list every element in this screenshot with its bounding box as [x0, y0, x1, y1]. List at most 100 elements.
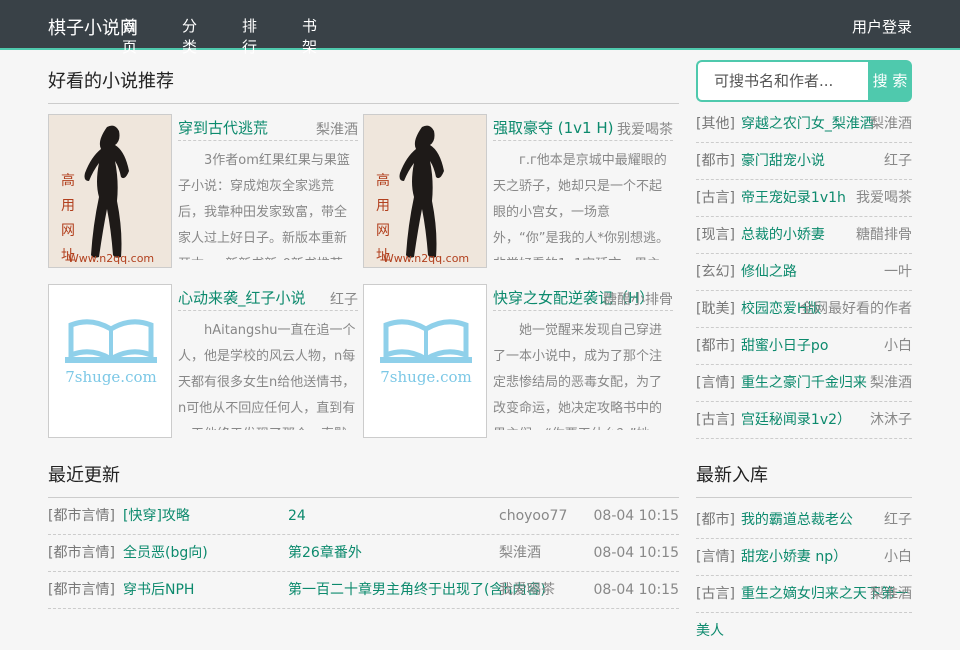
update-category: [都市言情]: [48, 545, 115, 561]
new-book-link[interactable]: 我的霸道总裁老公: [741, 512, 853, 528]
list-item: [都市] 豪门甜宠小说 红子: [696, 143, 912, 180]
svg-text:用: 用: [61, 198, 75, 214]
list-item: [古言] 重生之嫡女归来之天下第一美人 梨淮酒: [696, 576, 912, 639]
new-book-link[interactable]: 甜宠小娇妻 np）: [741, 549, 847, 565]
update-author: 我爱喝茶: [499, 582, 555, 598]
hot-book-link[interactable]: 宫廷秘闻录1v2）: [741, 412, 851, 428]
book-author[interactable]: 梨淮酒: [316, 119, 358, 139]
nav-item-home[interactable]: 首 页: [122, 15, 146, 57]
sidebar-new-books: 最新入库 [都市] 我的霸道总裁老公 红子 [言情] 甜宠小娇妻 np） 小白 [古言]…: [696, 454, 912, 639]
login-link[interactable]: 用户登录: [852, 16, 912, 37]
update-category: [都市言情]: [48, 582, 115, 598]
hot-category: [古言]: [696, 412, 735, 428]
book-title-link[interactable]: 强取豪夺 (1v1 H): [493, 119, 613, 137]
svg-text:7shuge.com: 7shuge.com: [380, 368, 471, 386]
update-book-link[interactable]: 穿书后NPH: [123, 572, 194, 609]
book-description: 她一觉醒来发现自己穿进了一本小说中，成为了那个注定悲惨结局的恶毒女配，为了改变命…: [493, 323, 663, 430]
new-books-section-title: 最新入库: [696, 454, 912, 498]
hot-category: [其他]: [696, 116, 735, 132]
nav-item-bookshelf[interactable]: 书架: [302, 15, 326, 57]
hot-author: 小白: [884, 338, 912, 354]
book-card: 7shuge.com 心动来袭_红子小说 红子 hAitangshu一直在追一个…: [48, 284, 358, 438]
hot-author: 全网最好看的作者: [800, 301, 912, 317]
update-time: 08-04 10:15: [593, 508, 679, 524]
book-cover[interactable]: 高 用 网 址 Www.n2qq.com: [363, 114, 487, 268]
nav-item-ranking[interactable]: 排行: [242, 15, 266, 57]
svg-text:用: 用: [376, 198, 390, 214]
book-cover[interactable]: 7shuge.com: [48, 284, 172, 438]
book-description: 3作者om红果红果与果篮子小说：穿成炮灰全家逃荒后，我靠种田发家致富，带全家人过…: [178, 153, 356, 260]
book-cover[interactable]: 高 用 网 址 Www.n2qq.com: [48, 114, 172, 268]
hot-category: [言情]: [696, 375, 735, 391]
latest-section-title: 最近更新: [48, 454, 679, 498]
search-button[interactable]: 搜 索: [868, 60, 912, 102]
book-author[interactable]: 红子: [330, 289, 358, 309]
table-row: [都市言情] 穿书后NPH 第一百二十章男主角终于出现了(含h内容) 我爱喝茶 …: [48, 572, 679, 609]
book-card: 高 用 网 址 Www.n2qq.com 穿到古代逃荒 梨淮酒 3作者om红果红…: [48, 114, 358, 268]
featured-books: 高 用 网 址 Www.n2qq.com 穿到古代逃荒 梨淮酒 3作者om红果红…: [48, 114, 679, 454]
hot-author: 红子: [884, 153, 912, 169]
hot-author: 梨淮酒: [870, 116, 912, 132]
hot-book-link[interactable]: 甜蜜小日子po: [741, 338, 828, 354]
update-chapter-link[interactable]: 24: [288, 498, 306, 535]
search-input[interactable]: 可搜书名和作者...: [696, 60, 868, 102]
list-item: [古言] 帝王宠妃录1v1h 我爱喝茶: [696, 180, 912, 217]
book-title-row: 穿到古代逃荒 梨淮酒: [178, 117, 358, 141]
list-item: [其他] 穿越之农门女_梨淮酒 梨淮酒: [696, 106, 912, 143]
update-time: 08-04 10:15: [593, 545, 679, 561]
hot-book-link[interactable]: 穿越之农门女_梨淮酒: [741, 116, 874, 132]
search-box: 可搜书名和作者... 搜 索: [696, 60, 912, 102]
list-item: [言情] 甜宠小娇妻 np） 小白: [696, 539, 912, 576]
main-nav: 首 页 分 类 排行 书架: [122, 15, 362, 57]
new-category: [都市]: [696, 512, 735, 528]
book-title-link[interactable]: 心动来袭_红子小说: [178, 289, 306, 307]
hot-category: [耽美]: [696, 301, 735, 317]
update-category: [都市言情]: [48, 508, 115, 524]
book-description: г.г他本是京城中最耀眼的天之骄子，她却只是一个不起眼的小宫女，一场意外，“你”…: [493, 153, 669, 260]
svg-text:网: 网: [61, 223, 75, 239]
list-item: [玄幻] 修仙之路 一叶: [696, 254, 912, 291]
list-item: [都市] 我的霸道总裁老公 红子: [696, 502, 912, 539]
book-title-link[interactable]: 穿到古代逃荒: [178, 119, 268, 137]
book-title-row: 心动来袭_红子小说 红子: [178, 287, 358, 311]
table-row: [都市言情] 全员恶(bg向) 第26章番外 梨淮酒 08-04 10:15: [48, 535, 679, 572]
svg-text:Www.n2qq.com: Www.n2qq.com: [383, 252, 469, 265]
hot-book-link[interactable]: 豪门甜宠小说: [741, 153, 825, 169]
update-chapter-link[interactable]: 第26章番外: [288, 535, 362, 572]
book-cover[interactable]: 7shuge.com: [363, 284, 487, 438]
book-description: hAitangshu一直在追一个人，他是学校的风云人物，n每天都有很多女生n给他…: [178, 323, 356, 430]
hot-author: 糖醋排骨: [856, 227, 912, 243]
hot-author: 我爱喝茶: [856, 190, 912, 206]
featured-section-title: 好看的小说推荐: [48, 60, 679, 104]
main-content: 好看的小说推荐 高 用 网 址 Www.n2qq.com 穿到古代逃荒 梨淮酒 …: [48, 60, 679, 609]
list-item: [现言] 总裁的小娇妻 糖醋排骨: [696, 217, 912, 254]
top-nav-bar: 棋子小说网 首 页 分 类 排行 书架 用户登录: [0, 0, 960, 56]
hot-book-link[interactable]: 帝王宠妃录1v1h: [741, 190, 846, 206]
book-card: 7shuge.com 快穿之女配逆袭记（H） 糖醋小排骨 她一觉醒来发现自己穿进…: [363, 284, 673, 438]
new-books-list: [都市] 我的霸道总裁老公 红子 [言情] 甜宠小娇妻 np） 小白 [古言] 重生之嫡女…: [696, 502, 912, 639]
hot-category: [现言]: [696, 227, 735, 243]
book-title-row: 快穿之女配逆袭记（H） 糖醋小排骨: [493, 287, 673, 311]
update-book-link[interactable]: [快穿]攻略: [123, 498, 190, 535]
new-author: 小白: [884, 549, 912, 565]
book-title-row: 强取豪夺 (1v1 H) 我爱喝茶: [493, 117, 673, 141]
book-author[interactable]: 糖醋小排骨: [603, 289, 673, 309]
table-row: [都市言情] [快穿]攻略 24 choyoo77 08-04 10:15: [48, 498, 679, 535]
hot-category: [古言]: [696, 190, 735, 206]
list-item: [古言] 宫廷秘闻录1v2） 沐沐子: [696, 402, 912, 439]
list-item: [都市] 甜蜜小日子po 小白: [696, 328, 912, 365]
hot-category: [都市]: [696, 338, 735, 354]
hot-book-link[interactable]: 总裁的小娇妻: [741, 227, 825, 243]
hot-book-link[interactable]: 修仙之路: [741, 264, 797, 280]
latest-updates-list: [都市言情] [快穿]攻略 24 choyoo77 08-04 10:15 [都…: [48, 498, 679, 609]
nav-item-category[interactable]: 分 类: [182, 15, 206, 57]
book-author[interactable]: 我爱喝茶: [617, 119, 673, 139]
update-time: 08-04 10:15: [593, 582, 679, 598]
hot-book-link[interactable]: 重生之豪门千金归来: [741, 375, 867, 391]
hot-author: 一叶: [884, 264, 912, 280]
hot-category: [都市]: [696, 153, 735, 169]
update-book-link[interactable]: 全员恶(bg向): [123, 535, 208, 572]
new-author: 梨淮酒: [870, 586, 912, 602]
hot-category: [玄幻]: [696, 264, 735, 280]
hot-author: 梨淮酒: [870, 375, 912, 391]
